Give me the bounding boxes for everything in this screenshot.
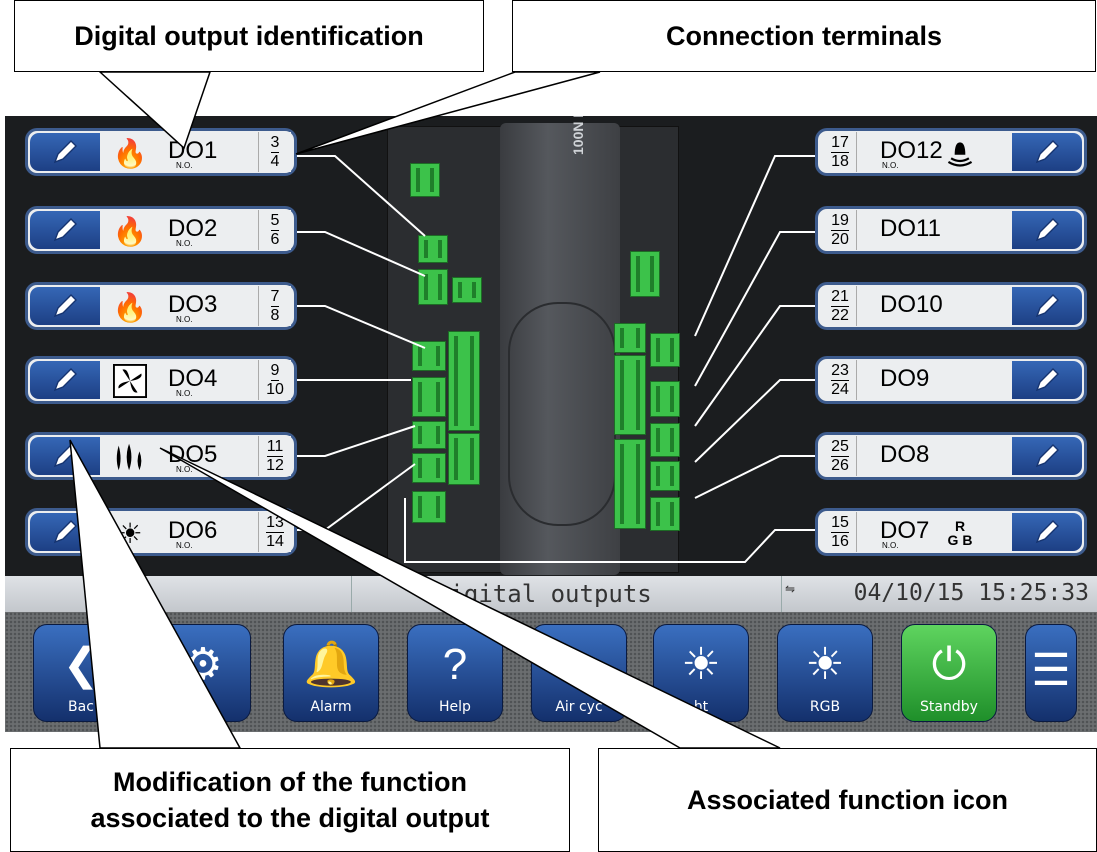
leader-terminals <box>295 71 601 155</box>
leader-identification <box>98 71 212 150</box>
leader-icon <box>159 447 781 749</box>
callout-leader-lines <box>69 71 781 749</box>
leader-modification <box>69 439 242 749</box>
